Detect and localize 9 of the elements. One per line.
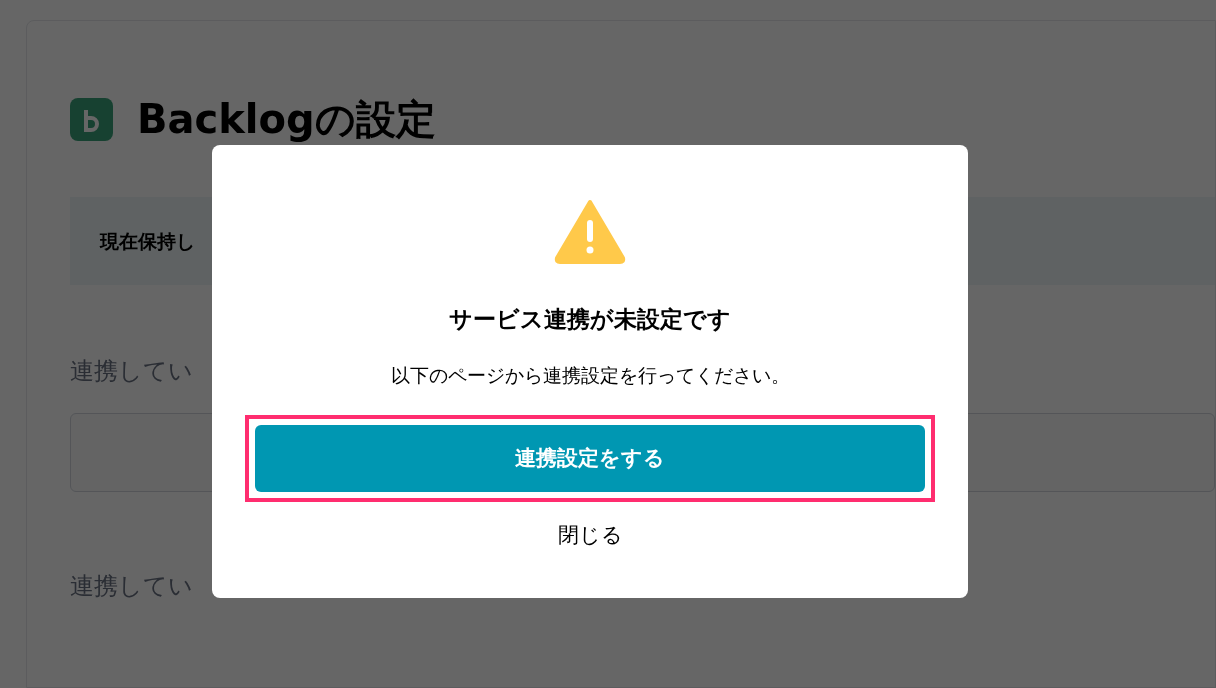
field-label: 連携してい (70, 356, 193, 387)
warning-icon (554, 198, 626, 264)
info-text: 現在保持し (100, 228, 195, 254)
backlog-logo-icon (70, 97, 113, 141)
section-label: 連携してい (70, 571, 193, 602)
dialog-message: 以下のページから連携設定を行ってください。 (390, 362, 790, 388)
close-link[interactable]: 閉じる (557, 520, 623, 552)
page-title: Backlogの設定 (137, 95, 436, 144)
dialog-title: サービス連携が未設定です (449, 305, 731, 334)
